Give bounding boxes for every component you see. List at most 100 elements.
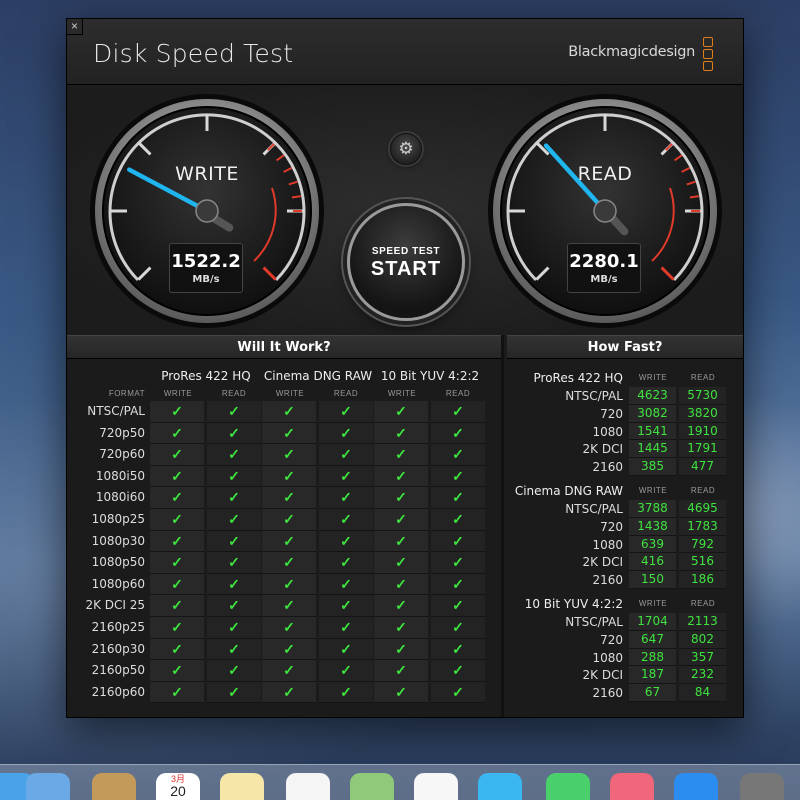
contacts-icon[interactable] — [92, 773, 136, 800]
speed-group-header: 10 Bit YUV 4:2:2 WRITE READ — [507, 595, 743, 613]
format-row: NTSC/PAL ✓ ✓ ✓ ✓ ✓ ✓ — [67, 401, 501, 423]
speed-test-start-button[interactable]: SPEED TEST START — [347, 203, 465, 321]
check-icon: ✓ — [207, 530, 261, 553]
write-column-header: WRITE — [638, 598, 668, 608]
check-icon: ✓ — [374, 616, 428, 639]
check-icon: ✓ — [150, 638, 204, 661]
check-icon: ✓ — [374, 638, 428, 661]
check-icon: ✓ — [262, 444, 316, 466]
resolution-name: 2160 — [592, 573, 623, 588]
read-column-header: READ — [690, 485, 716, 495]
check-icon: ✓ — [207, 508, 261, 531]
check-icon: ✓ — [262, 487, 316, 509]
speed-row: NTSC/PAL 1704 2113 — [507, 612, 743, 631]
check-icon: ✓ — [150, 616, 204, 639]
read-speed-cell: 2113 — [679, 612, 726, 631]
check-icon: ✓ — [374, 487, 428, 509]
check-icon: ✓ — [431, 487, 485, 509]
read-speed-cell: 802 — [679, 630, 726, 649]
resolution-name: 720 — [600, 632, 623, 647]
write-speed-cell: 4623 — [629, 387, 676, 405]
write-speed-cell: 416 — [629, 553, 676, 572]
write-speed-cell: 288 — [629, 648, 676, 667]
write-speed-cell: 1445 — [629, 440, 676, 459]
speed-group-header: ProRes 422 HQ WRITE READ — [507, 369, 743, 387]
speed-row: 720 647 802 — [507, 630, 743, 649]
write-speed-cell: 150 — [629, 571, 676, 589]
write-column-header: WRITE — [638, 373, 668, 382]
write-readout: 1522.2 MB/s — [169, 243, 243, 293]
check-icon: ✓ — [431, 530, 485, 553]
check-icon: ✓ — [374, 422, 428, 445]
check-icon: ✓ — [431, 508, 485, 531]
check-icon: ✓ — [150, 573, 204, 596]
format-row: 720p50 ✓ ✓ ✓ ✓ ✓ ✓ — [67, 422, 501, 445]
check-icon: ✓ — [319, 444, 373, 466]
check-icon: ✓ — [150, 508, 204, 531]
check-icon: ✓ — [319, 508, 373, 531]
check-icon: ✓ — [262, 573, 316, 596]
codec-name: Cinema DNG RAW — [263, 369, 373, 383]
speed-group: Cinema DNG RAW WRITE READ NTSC/PAL 3788 4695 7… — [507, 482, 743, 589]
mail-icon[interactable] — [26, 773, 70, 800]
check-icon: ✓ — [431, 681, 485, 704]
check-icon: ✓ — [319, 422, 373, 445]
read-speed-cell: 792 — [679, 535, 726, 554]
check-icon: ✓ — [150, 552, 204, 574]
write-gauge-dial — [90, 94, 324, 328]
write-speed-unit: MB/s — [192, 274, 220, 285]
check-icon: ✓ — [431, 444, 485, 466]
maps-icon[interactable] — [350, 773, 394, 800]
check-icon: ✓ — [319, 401, 373, 423]
itunes-icon[interactable] — [610, 773, 654, 800]
dock: 3月 20 — [0, 764, 800, 800]
system-preferences-icon[interactable] — [740, 773, 784, 800]
write-gauge: WRITE 1522.2 MB/s — [89, 93, 325, 329]
resolution-name: 2160 — [592, 460, 623, 475]
app-store-icon[interactable] — [674, 773, 718, 800]
write-column-header: WRITE — [387, 389, 417, 398]
check-icon: ✓ — [207, 552, 261, 574]
read-column-header: READ — [333, 389, 359, 398]
resolution-name: NTSC/PAL — [565, 614, 623, 629]
check-icon: ✓ — [319, 681, 373, 704]
format-row: 2160p50 ✓ ✓ ✓ ✓ ✓ ✓ — [67, 660, 501, 682]
check-icon: ✓ — [150, 595, 204, 617]
calendar-icon[interactable]: 3月 20 — [156, 773, 200, 800]
speed-group-codec: Cinema DNG RAW — [514, 483, 623, 498]
read-speed-unit: MB/s — [590, 274, 618, 285]
write-column-header: WRITE — [638, 485, 668, 495]
write-needle-hub — [195, 199, 219, 223]
format-row: 720p60 ✓ ✓ ✓ ✓ ✓ ✓ — [67, 444, 501, 466]
format-row: 1080p50 ✓ ✓ ✓ ✓ ✓ ✓ — [67, 552, 501, 574]
app-title: Disk Speed Test — [93, 39, 294, 68]
speed-group-codec: 10 Bit YUV 4:2:2 — [524, 596, 623, 611]
check-icon: ✓ — [150, 465, 204, 488]
check-icon: ✓ — [150, 422, 204, 445]
codec-name: ProRes 422 HQ — [161, 369, 251, 383]
check-icon: ✓ — [374, 552, 428, 574]
facetime-icon[interactable] — [546, 773, 590, 800]
format-name: 2160p25 — [91, 619, 145, 634]
speed-group: 10 Bit YUV 4:2:2 WRITE READ NTSC/PAL 1704 211… — [507, 595, 743, 702]
settings-button[interactable]: ⚙ — [390, 133, 422, 165]
format-name: 720p60 — [99, 447, 145, 462]
read-needle-hub — [593, 199, 617, 223]
start-button-caption: SPEED TEST — [371, 246, 441, 257]
speed-row: 1080 639 792 — [507, 535, 743, 554]
check-icon: ✓ — [262, 638, 316, 661]
write-speed-cell: 187 — [629, 666, 676, 685]
column-header-row: FORMAT WRITE READ WRITE READ WRITE READ — [67, 387, 501, 401]
photos-icon[interactable] — [414, 773, 458, 800]
reminders-icon[interactable] — [286, 773, 330, 800]
check-icon: ✓ — [319, 660, 373, 682]
title-bar: × Disk Speed Test Blackmagicdesign — [67, 19, 743, 85]
messages-icon[interactable] — [478, 773, 522, 800]
check-icon: ✓ — [262, 422, 316, 445]
read-speed-cell: 1910 — [679, 422, 726, 441]
format-row: 1080p25 ✓ ✓ ✓ ✓ ✓ ✓ — [67, 508, 501, 531]
start-button-label: START — [370, 258, 442, 280]
close-button[interactable]: × — [67, 19, 83, 35]
notes-icon[interactable] — [220, 773, 264, 800]
check-icon: ✓ — [431, 616, 485, 639]
